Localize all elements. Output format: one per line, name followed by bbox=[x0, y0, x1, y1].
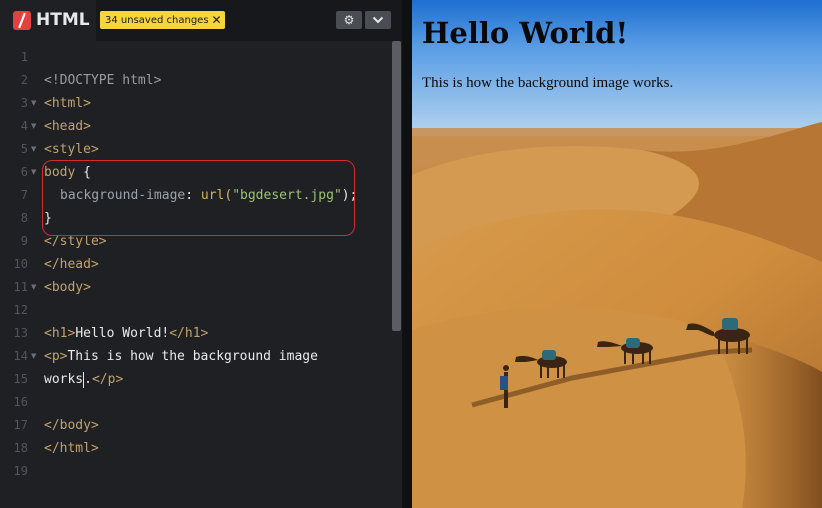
line-number: 12 bbox=[13, 303, 28, 317]
code-line-14: <p>This is how the background image bbox=[44, 349, 318, 364]
code-line-2: <!DOCTYPE html> bbox=[44, 73, 162, 88]
line-number: 2 bbox=[20, 73, 28, 87]
collapse-button[interactable] bbox=[365, 11, 391, 29]
editor-scrollbar[interactable] bbox=[392, 41, 401, 331]
chevron-down-icon bbox=[372, 16, 384, 24]
highlight-annotation-box bbox=[42, 160, 355, 236]
preview-heading: Hello World! bbox=[422, 16, 629, 50]
pane-divider[interactable] bbox=[402, 0, 412, 508]
editor-toolbar: HTML 34 unsaved changes ✕ ⚙ bbox=[0, 0, 402, 41]
fold-arrow-icon[interactable]: ▼ bbox=[31, 115, 36, 138]
html-logo-icon bbox=[13, 11, 31, 30]
gear-icon: ⚙ bbox=[343, 13, 355, 27]
code-line-3: <html> bbox=[44, 96, 91, 111]
line-number: 6 bbox=[20, 165, 28, 179]
fold-arrow-icon[interactable]: ▼ bbox=[31, 345, 36, 368]
line-number: 15 bbox=[13, 372, 28, 386]
line-number: 16 bbox=[13, 395, 28, 409]
code-line-5: <style> bbox=[44, 142, 99, 157]
unsaved-changes-label: 34 unsaved changes bbox=[105, 14, 209, 26]
fold-arrow-icon[interactable]: ▼ bbox=[31, 138, 36, 161]
code-line-13: <h1>Hello World!</h1> bbox=[44, 326, 209, 341]
line-number: 9 bbox=[20, 234, 28, 248]
line-number-gutter: 1 2 3 ▼ 4 ▼ 5 ▼ 6 ▼ 7 8 9 10 11 ▼ 12 13 14 ▼ 15 16 17 18 19 bbox=[0, 41, 40, 508]
line-number: 4 bbox=[20, 119, 28, 133]
preview-paragraph: This is how the background image works. bbox=[422, 75, 674, 91]
code-line-17: </html> bbox=[44, 441, 99, 456]
code-area[interactable]: <!DOCTYPE html> <html> <head> <style> bo… bbox=[44, 41, 392, 508]
code-line-14-wrap: works.</p> bbox=[44, 371, 124, 388]
language-label: HTML bbox=[36, 10, 90, 30]
line-number: 8 bbox=[20, 211, 28, 225]
fold-arrow-icon[interactable]: ▼ bbox=[31, 161, 36, 184]
code-editor-pane[interactable]: HTML 34 unsaved changes ✕ ⚙ 1 2 3 ▼ 4 ▼ 5 ▼ 6 ▼ 7 8… bbox=[0, 0, 402, 508]
line-number: 14 bbox=[13, 349, 28, 363]
line-number: 18 bbox=[13, 441, 28, 455]
line-number: 19 bbox=[13, 464, 28, 478]
code-line-10: </head> bbox=[44, 257, 99, 272]
line-number: 17 bbox=[13, 418, 28, 432]
fold-arrow-icon[interactable]: ▼ bbox=[31, 276, 36, 299]
settings-button[interactable]: ⚙ bbox=[336, 11, 362, 29]
line-number: 11 bbox=[13, 280, 28, 294]
unsaved-changes-badge[interactable]: 34 unsaved changes ✕ bbox=[100, 11, 225, 29]
line-number: 5 bbox=[20, 142, 28, 156]
line-number: 13 bbox=[13, 326, 28, 340]
code-line-11: <body> bbox=[44, 280, 91, 295]
line-number: 3 bbox=[20, 96, 28, 110]
language-tab[interactable]: HTML bbox=[0, 0, 96, 41]
line-number: 10 bbox=[13, 257, 28, 271]
close-icon[interactable]: ✕ bbox=[212, 14, 222, 26]
line-number: 7 bbox=[20, 188, 28, 202]
code-line-4: <head> bbox=[44, 119, 91, 134]
preview-pane: Hello World! This is how the background … bbox=[412, 0, 822, 508]
line-number: 1 bbox=[20, 50, 28, 64]
code-line-16: </body> bbox=[44, 418, 99, 433]
fold-arrow-icon[interactable]: ▼ bbox=[31, 92, 36, 115]
